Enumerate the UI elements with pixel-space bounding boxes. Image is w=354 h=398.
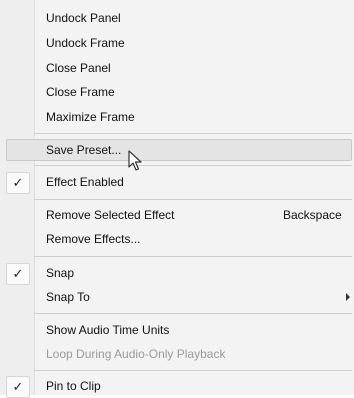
context-menu: Undock Panel Undock Frame Close Panel Cl… — [0, 0, 354, 398]
menu-item-label: Snap — [46, 266, 75, 280]
checkmark-icon: ✓ — [6, 172, 30, 194]
menu-item-loop-during-audio-only-playback: Loop During Audio-Only Playback — [0, 343, 354, 365]
menu-item-label: Close Panel — [46, 61, 111, 75]
menu-item-label: Effect Enabled — [46, 175, 124, 189]
menu-item-label: Close Frame — [46, 85, 115, 99]
submenu-arrow-icon — [346, 293, 350, 301]
menu-item-snap[interactable]: ✓ Snap — [0, 262, 354, 285]
menu-item-label: Remove Effects... — [46, 232, 141, 246]
menu-item-snap-to[interactable]: Snap To — [0, 286, 354, 308]
menu-separator — [34, 370, 352, 371]
menu-separator — [34, 313, 352, 314]
menu-item-label: Remove Selected Effect — [46, 208, 175, 222]
menu-separator — [34, 133, 352, 134]
menu-item-label: Snap To — [46, 290, 90, 304]
menu-item-shortcut: Backspace — [283, 208, 342, 222]
menu-item-close-frame[interactable]: Close Frame — [0, 81, 354, 103]
menu-item-label: Maximize Frame — [46, 110, 135, 124]
menu-item-label: Pin to Clip — [46, 379, 101, 393]
menu-item-remove-effects[interactable]: Remove Effects... — [0, 228, 354, 250]
menu-item-close-panel[interactable]: Close Panel — [0, 57, 354, 79]
checkmark-icon: ✓ — [6, 263, 30, 285]
menu-separator — [34, 165, 352, 166]
menu-separator — [34, 256, 352, 257]
menu-item-save-preset[interactable]: Save Preset... — [0, 139, 354, 161]
menu-item-label: Save Preset... — [46, 143, 122, 157]
menu-item-undock-panel[interactable]: Undock Panel — [0, 7, 354, 29]
menu-item-label: Undock Frame — [46, 36, 125, 50]
menu-item-effect-enabled[interactable]: ✓ Effect Enabled — [0, 171, 354, 194]
menu-item-label: Show Audio Time Units — [46, 323, 170, 337]
mouse-cursor-icon — [128, 150, 142, 171]
menu-item-label: Loop During Audio-Only Playback — [46, 347, 226, 361]
menu-item-show-audio-time-units[interactable]: Show Audio Time Units — [0, 319, 354, 341]
menu-separator — [34, 199, 352, 200]
menu-item-maximize-frame[interactable]: Maximize Frame — [0, 106, 354, 128]
menu-item-remove-selected-effect[interactable]: Remove Selected Effect Backspace — [0, 204, 354, 226]
menu-item-undock-frame[interactable]: Undock Frame — [0, 32, 354, 54]
menu-item-label: Undock Panel — [46, 11, 121, 25]
menu-item-pin-to-clip[interactable]: ✓ Pin to Clip — [0, 375, 354, 398]
